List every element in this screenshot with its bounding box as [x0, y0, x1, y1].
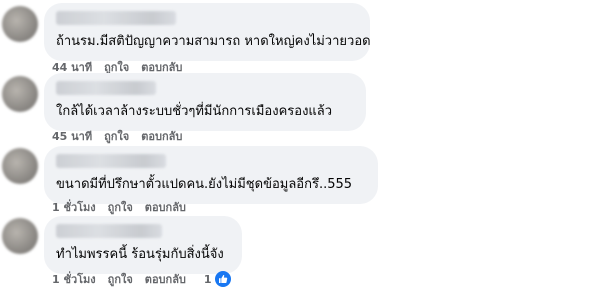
- comment-text: ใกล้ได้เวลาล้างระบบชั่วๆที่มีนักการเมือง…: [56, 104, 333, 119]
- comment-actions: 1 ชั่วโมง ถูกใจ ตอบกลับ: [52, 198, 186, 216]
- comment-text: ทำไมพรรคนี้ ร้อนรุ่มกับสิ่งนี้จัง: [56, 247, 224, 262]
- comment-actions: 45 นาที ถูกใจ ตอบกลับ: [52, 127, 182, 145]
- comment-bubble: ทำไมพรรคนี้ ร้อนรุ่มกับสิ่งนี้จัง: [44, 216, 242, 274]
- avatar[interactable]: [2, 76, 38, 112]
- commenter-name-blurred[interactable]: [56, 224, 162, 238]
- comment-timestamp[interactable]: 1 ชั่วโมง: [52, 270, 96, 288]
- reply-button[interactable]: ตอบกลับ: [141, 127, 182, 145]
- reply-button[interactable]: ตอบกลับ: [145, 198, 186, 216]
- avatar[interactable]: [2, 6, 38, 42]
- reaction-count: 1: [203, 272, 212, 286]
- reply-button[interactable]: ตอบกลับ: [145, 270, 186, 288]
- comment-timestamp[interactable]: 1 ชั่วโมง: [52, 198, 96, 216]
- reaction-summary[interactable]: 1: [204, 271, 231, 287]
- commenter-name-blurred[interactable]: [56, 11, 176, 25]
- commenter-name-blurred[interactable]: [56, 81, 156, 95]
- like-button[interactable]: ถูกใจ: [104, 127, 129, 145]
- comment-timestamp[interactable]: 45 นาที: [52, 127, 92, 145]
- avatar[interactable]: [2, 148, 38, 184]
- comment-text: ขนาดมีที่ปรึกษาตั้วแปดคน.ยังไม่มีชุดข้อม…: [56, 177, 353, 192]
- comment-bubble: ถ้านรม.มีสติปัญญาความสามารถ หาดใหญ่คงไม่…: [44, 3, 371, 61]
- comment-bubble: ใกล้ได้เวลาล้างระบบชั่วๆที่มีนักการเมือง…: [44, 73, 366, 131]
- like-button[interactable]: ถูกใจ: [108, 198, 133, 216]
- comment-bubble: ขนาดมีที่ปรึกษาตั้วแปดคน.ยังไม่มีชุดข้อม…: [44, 146, 378, 204]
- like-icon: [214, 271, 231, 287]
- avatar[interactable]: [2, 218, 38, 254]
- like-button[interactable]: ถูกใจ: [108, 270, 133, 288]
- commenter-name-blurred[interactable]: [56, 154, 166, 168]
- comment-actions: 1 ชั่วโมง ถูกใจ ตอบกลับ 1: [52, 270, 231, 288]
- comment-text: ถ้านรม.มีสติปัญญาความสามารถ หาดใหญ่คงไม่…: [56, 34, 371, 49]
